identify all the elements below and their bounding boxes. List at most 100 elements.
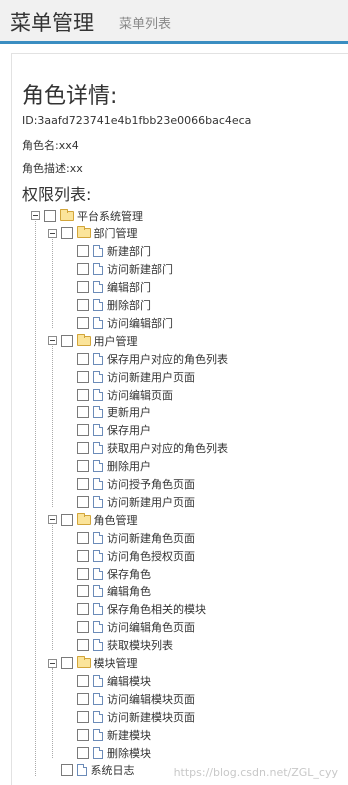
tree-node-label[interactable]: 系统日志	[91, 762, 135, 778]
permission-checkbox[interactable]	[60, 657, 73, 669]
tree-leaf-node[interactable]: 删除用户	[64, 458, 151, 475]
tree-leaf-node[interactable]: 删除部门	[64, 297, 151, 314]
permission-checkbox[interactable]	[77, 692, 89, 705]
permission-checkbox[interactable]	[77, 495, 89, 508]
collapse-toggle-icon[interactable]	[47, 658, 57, 668]
permission-checkbox[interactable]	[77, 549, 89, 562]
tree-node-label[interactable]: 模块管理	[94, 655, 138, 671]
tree-node-label[interactable]: 新建模块	[107, 727, 151, 743]
permission-checkbox[interactable]	[77, 460, 89, 473]
permission-checkbox[interactable]	[77, 746, 89, 759]
tree-leaf-node[interactable]: 编辑部门	[64, 279, 151, 296]
tree-node-label[interactable]: 删除用户	[107, 458, 151, 474]
tree-node-label[interactable]: 访问新建用户页面	[107, 494, 195, 510]
permission-checkbox[interactable]	[77, 728, 89, 741]
tree-leaf-node[interactable]: 访问编辑角色页面	[64, 619, 195, 636]
tree-node-label[interactable]: 访问编辑模块页面	[107, 691, 195, 707]
tree-leaf-node[interactable]: 获取用户对应的角色列表	[64, 440, 228, 457]
permission-checkbox[interactable]	[44, 209, 56, 222]
tree-leaf-node[interactable]: 访问新建用户页面	[64, 493, 195, 510]
tree-node-label[interactable]: 平台系统管理	[77, 208, 143, 224]
tree-node-label[interactable]: 编辑模块	[107, 673, 151, 689]
tree-node-label[interactable]: 获取用户对应的角色列表	[107, 440, 228, 456]
tree-node-label[interactable]: 部门管理	[94, 225, 138, 241]
tree-node-label[interactable]: 访问新建角色页面	[107, 530, 195, 546]
permission-checkbox[interactable]	[60, 764, 73, 777]
tree-leaf-node[interactable]: 编辑模块	[64, 672, 151, 689]
permission-checkbox[interactable]	[77, 442, 89, 455]
permission-checkbox[interactable]	[77, 245, 89, 258]
permission-checkbox[interactable]	[60, 513, 73, 526]
permission-checkbox[interactable]	[77, 370, 89, 383]
permission-checkbox[interactable]	[77, 263, 89, 276]
permission-checkbox[interactable]	[77, 388, 89, 401]
tree-leaf-node[interactable]: 访问编辑模块页面	[64, 690, 195, 707]
tree-node-label[interactable]: 删除部门	[107, 297, 151, 313]
tree-leaf-node[interactable]: 保存角色相关的模块	[64, 601, 206, 618]
tree-leaf-node[interactable]: 保存角色	[64, 565, 151, 582]
tree-node-label[interactable]: 保存用户对应的角色列表	[107, 351, 228, 367]
tree-node-label[interactable]: 新建部门	[107, 243, 151, 259]
tree-node-label[interactable]: 更新用户	[107, 404, 151, 420]
tree-leaf-node[interactable]: 访问编辑部门	[64, 314, 173, 331]
tree-leaf-node[interactable]: 访问新建用户页面	[64, 368, 195, 385]
tree-node-label[interactable]: 获取模块列表	[107, 637, 173, 653]
permission-checkbox[interactable]	[77, 424, 89, 437]
tree-node-label[interactable]: 访问编辑角色页面	[107, 619, 195, 635]
tree-node-label[interactable]: 保存用户	[107, 422, 151, 438]
tree-leaf-node[interactable]: 保存用户	[64, 422, 151, 439]
permission-checkbox[interactable]	[77, 281, 89, 294]
permission-checkbox[interactable]	[60, 334, 73, 347]
tree-node-label[interactable]: 访问角色授权页面	[107, 548, 195, 564]
collapse-toggle-icon[interactable]	[47, 336, 57, 346]
tree-leaf-node[interactable]: 新建部门	[64, 243, 151, 260]
tree-node-label[interactable]: 编辑部门	[107, 279, 151, 295]
tree-folder-node[interactable]: 部门管理	[47, 225, 138, 242]
tree-node-label[interactable]: 访问编辑页面	[107, 387, 173, 403]
tree-folder-node[interactable]: 角色管理	[47, 511, 138, 528]
tree-leaf-node[interactable]: 获取模块列表	[64, 637, 173, 654]
tree-leaf-node[interactable]: 编辑角色	[64, 583, 151, 600]
tree-leaf-node[interactable]: 访问新建部门	[64, 261, 173, 278]
tree-node-label[interactable]: 保存角色	[107, 566, 151, 582]
tree-leaf-node[interactable]: 更新用户	[64, 404, 151, 421]
tree-leaf-node[interactable]: 访问角色授权页面	[64, 547, 195, 564]
tree-leaf-node[interactable]: 保存用户对应的角色列表	[64, 350, 228, 367]
tree-node-label[interactable]: 访问授予角色页面	[107, 476, 195, 492]
permission-checkbox[interactable]	[77, 585, 89, 598]
tree-node-label[interactable]: 用户管理	[94, 333, 138, 349]
permission-checkbox[interactable]	[77, 531, 89, 544]
permission-checkbox[interactable]	[77, 710, 89, 723]
tree-node-label[interactable]: 访问新建模块页面	[107, 709, 195, 725]
collapse-toggle-icon[interactable]	[47, 515, 57, 525]
tree-node-label[interactable]: 编辑角色	[107, 583, 151, 599]
tree-folder-node[interactable]: 平台系统管理	[31, 207, 143, 224]
tree-node-label[interactable]: 访问编辑部门	[107, 315, 173, 331]
tree-folder-node[interactable]: 用户管理	[47, 332, 138, 349]
tree-leaf-node[interactable]: 访问新建角色页面	[64, 529, 195, 546]
permission-checkbox[interactable]	[77, 406, 89, 419]
tree-node-label[interactable]: 访问新建用户页面	[107, 369, 195, 385]
permission-checkbox[interactable]	[77, 674, 89, 687]
permission-checkbox[interactable]	[77, 567, 89, 580]
tree-leaf-node[interactable]: 访问新建模块页面	[64, 708, 195, 725]
tree-folder-node[interactable]: 模块管理	[47, 655, 138, 672]
tree-leaf-node[interactable]: 新建模块	[64, 726, 151, 743]
tree-node-label[interactable]: 访问新建部门	[107, 261, 173, 277]
permission-checkbox[interactable]	[77, 639, 89, 652]
tree-node-label[interactable]: 保存角色相关的模块	[107, 601, 206, 617]
collapse-toggle-icon[interactable]	[47, 228, 57, 238]
permission-checkbox[interactable]	[77, 299, 89, 311]
tree-leaf-node[interactable]: 访问编辑页面	[64, 386, 173, 403]
permission-checkbox[interactable]	[77, 603, 89, 616]
tree-node-label[interactable]: 删除模块	[107, 745, 151, 761]
permission-checkbox[interactable]	[77, 352, 89, 365]
tree-leaf-node[interactable]: 系统日志	[48, 762, 135, 779]
tree-leaf-node[interactable]: 删除模块	[64, 744, 151, 761]
tree-leaf-node[interactable]: 访问授予角色页面	[64, 476, 195, 493]
tree-node-label[interactable]: 角色管理	[94, 512, 138, 528]
permission-checkbox[interactable]	[77, 621, 89, 634]
permission-checkbox[interactable]	[60, 227, 73, 240]
permission-checkbox[interactable]	[77, 316, 89, 329]
permission-checkbox[interactable]	[77, 478, 89, 490]
